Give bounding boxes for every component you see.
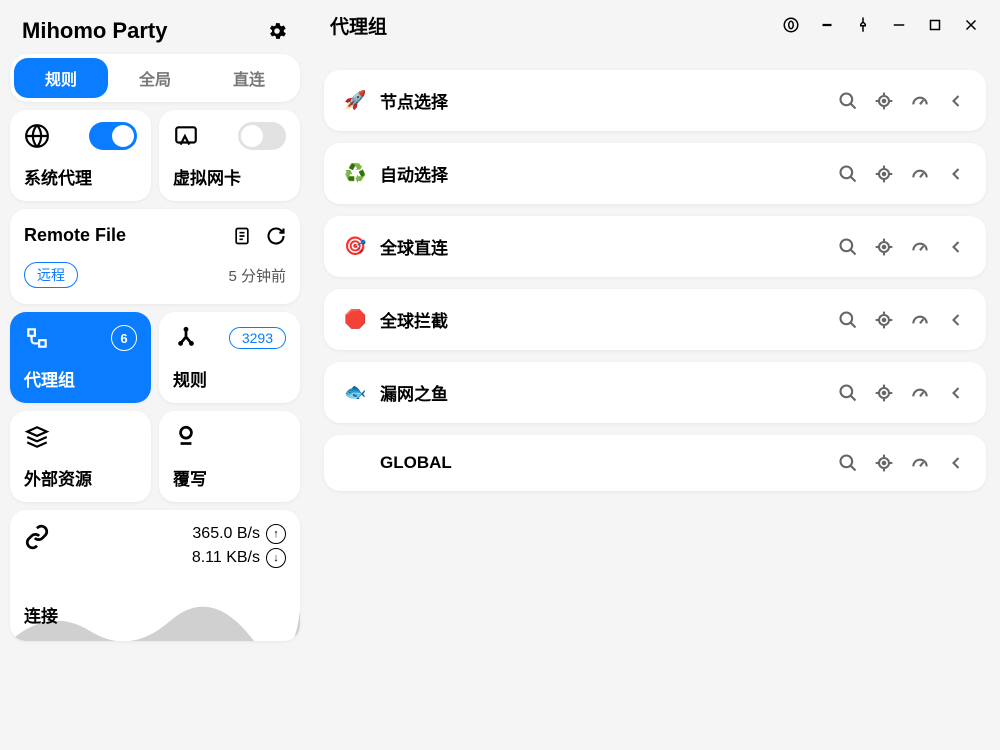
refresh-icon[interactable]: [266, 226, 286, 246]
group-emoji: ♻️: [344, 163, 366, 184]
search-icon[interactable]: [838, 453, 858, 473]
locate-icon[interactable]: [874, 91, 894, 111]
locate-icon[interactable]: [874, 453, 894, 473]
proxy-group-icon: [24, 325, 50, 351]
speed-icon[interactable]: [910, 310, 930, 330]
chevron-left-icon[interactable]: [946, 91, 966, 111]
page-title: 代理组: [330, 12, 387, 39]
locate-icon[interactable]: [874, 237, 894, 257]
nav-resources[interactable]: 外部资源: [10, 411, 151, 502]
group-emoji: 🚀: [344, 90, 366, 111]
locate-icon[interactable]: [874, 164, 894, 184]
close-icon[interactable]: [962, 16, 980, 34]
layers-icon: [24, 424, 50, 450]
up-arrow-icon: ↑: [266, 524, 286, 544]
proxy-group-count: 6: [111, 325, 137, 351]
sidebar: Mihomo Party 规则 全局 直连 系统代理: [0, 0, 310, 750]
group-name: 自动选择: [380, 161, 448, 186]
rules-count: 3293: [229, 327, 286, 349]
chevron-left-icon[interactable]: [946, 164, 966, 184]
override-icon: [173, 424, 199, 450]
tab-direct[interactable]: 直连: [202, 58, 296, 98]
profile-title: Remote File: [24, 225, 126, 246]
system-proxy-card[interactable]: 系统代理: [10, 110, 151, 201]
circle-zero-icon[interactable]: [782, 16, 800, 34]
group-list: 🚀 节点选择 ♻️ 自动选择 🎯 全球直连 🛑 全球拦截 🐟 漏网之鱼 GLOBAL: [310, 50, 1000, 750]
tab-rule[interactable]: 规则: [14, 58, 108, 98]
group-name: 全球拦截: [380, 307, 448, 332]
tun-toggle[interactable]: [238, 122, 286, 150]
link-icon: [24, 524, 50, 550]
nav-resources-label: 外部资源: [24, 465, 137, 490]
group-name: 漏网之鱼: [380, 380, 448, 405]
chevron-left-icon[interactable]: [946, 453, 966, 473]
search-icon[interactable]: [838, 91, 858, 111]
nav-override-label: 覆写: [173, 465, 286, 490]
titlebar: 代理组: [310, 0, 1000, 50]
locate-icon[interactable]: [874, 383, 894, 403]
rules-icon: [173, 325, 199, 351]
tun-icon: [173, 123, 199, 149]
profile-tag: 远程: [24, 262, 78, 288]
tab-global[interactable]: 全局: [108, 58, 202, 98]
chevron-left-icon[interactable]: [946, 383, 966, 403]
nav-rules-label: 规则: [173, 366, 286, 391]
document-icon[interactable]: [232, 226, 252, 246]
connections-label: 连接: [24, 602, 286, 627]
group-item[interactable]: 🛑 全球拦截: [324, 289, 986, 350]
down-arrow-icon: ↓: [266, 548, 286, 568]
chevron-left-icon[interactable]: [946, 310, 966, 330]
search-icon[interactable]: [838, 383, 858, 403]
search-icon[interactable]: [838, 310, 858, 330]
group-item[interactable]: 🎯 全球直连: [324, 216, 986, 277]
group-emoji: 🛑: [344, 309, 366, 330]
settings-icon[interactable]: [266, 20, 288, 42]
locate-icon[interactable]: [874, 310, 894, 330]
upload-speed: 365.0 B/s ↑: [192, 524, 286, 544]
dash-icon[interactable]: [818, 16, 836, 34]
speed-icon[interactable]: [910, 91, 930, 111]
nav-proxy-group[interactable]: 6 代理组: [10, 312, 151, 403]
minimize-icon[interactable]: [890, 16, 908, 34]
speed-icon[interactable]: [910, 164, 930, 184]
speed-icon[interactable]: [910, 237, 930, 257]
nav-override[interactable]: 覆写: [159, 411, 300, 502]
group-emoji: 🎯: [344, 236, 366, 257]
group-name: 节点选择: [380, 88, 448, 113]
group-emoji: 🐟: [344, 382, 366, 403]
profile-time: 5 分钟前: [228, 265, 286, 286]
sidebar-header: Mihomo Party: [10, 10, 300, 46]
maximize-icon[interactable]: [926, 16, 944, 34]
system-proxy-toggle[interactable]: [89, 122, 137, 150]
mode-tabs: 规则 全局 直连: [10, 54, 300, 102]
globe-icon: [24, 123, 50, 149]
search-icon[interactable]: [838, 237, 858, 257]
group-item[interactable]: GLOBAL: [324, 435, 986, 491]
group-item[interactable]: ♻️ 自动选择: [324, 143, 986, 204]
connections-card[interactable]: 365.0 B/s ↑ 8.11 KB/s ↓ 连接: [10, 510, 300, 641]
speed-icon[interactable]: [910, 383, 930, 403]
group-name: GLOBAL: [380, 453, 452, 473]
main-panel: 代理组 🚀 节点选择 ♻️ 自动选择 🎯 全球直连 🛑 全球拦截 🐟 漏网之鱼 GLOBAL: [310, 0, 1000, 750]
group-item[interactable]: 🐟 漏网之鱼: [324, 362, 986, 423]
download-speed: 8.11 KB/s ↓: [192, 548, 286, 568]
group-name: 全球直连: [380, 234, 448, 259]
nav-rules[interactable]: 3293 规则: [159, 312, 300, 403]
tun-label: 虚拟网卡: [173, 164, 286, 189]
system-proxy-label: 系统代理: [24, 164, 137, 189]
pin-icon[interactable]: [854, 16, 872, 34]
tun-card[interactable]: 虚拟网卡: [159, 110, 300, 201]
search-icon[interactable]: [838, 164, 858, 184]
profile-card[interactable]: Remote File 远程 5 分钟前: [10, 209, 300, 304]
app-title: Mihomo Party: [22, 18, 167, 44]
chevron-left-icon[interactable]: [946, 237, 966, 257]
speed-icon[interactable]: [910, 453, 930, 473]
group-item[interactable]: 🚀 节点选择: [324, 70, 986, 131]
nav-proxy-group-label: 代理组: [24, 366, 137, 391]
